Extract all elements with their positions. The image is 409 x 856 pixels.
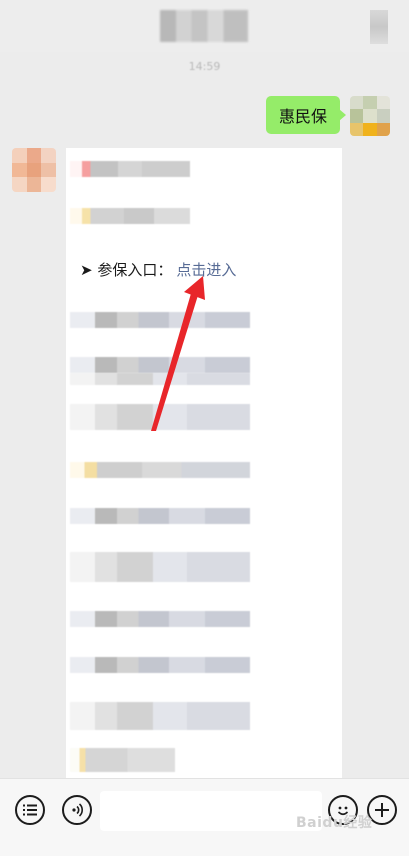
chat-title-blurred [160,10,248,42]
entry-line: ➤ 参保入口： 点击进入 [80,259,236,280]
enter-link[interactable]: 点击进入 [176,261,236,279]
list-icon [23,804,37,816]
sent-message-bubble[interactable]: 惠民保 [266,96,347,134]
blurred-text-row [70,312,250,328]
blurred-text-row [70,161,190,177]
voice-icon [72,803,84,817]
entry-prefix-text: ➤ 参保入口： [80,261,173,279]
watermark-text: Baidu经验 [296,815,373,831]
blurred-text-row [70,611,250,627]
message-timestamp: 14:59 [188,60,221,73]
blurred-text-row [70,462,250,478]
blurred-text-row [70,657,250,673]
blurred-text-row [70,357,250,373]
plus-icon [375,803,389,817]
blurred-text-row [70,373,250,385]
blurred-text-row [70,702,250,730]
blurred-text-row [70,404,250,430]
blurred-text-row [70,508,250,524]
contact-avatar[interactable] [12,148,56,192]
list-menu-button[interactable] [15,795,45,825]
sent-message-text: 惠民保 [279,107,328,126]
blurred-text-row [70,208,190,224]
my-avatar[interactable] [350,96,390,136]
voice-button[interactable] [62,795,92,825]
blurred-text-row [70,552,250,582]
message-input[interactable] [100,791,322,831]
more-menu-icon[interactable] [370,10,388,44]
blurred-text-row [70,748,175,772]
chat-header [0,0,409,52]
